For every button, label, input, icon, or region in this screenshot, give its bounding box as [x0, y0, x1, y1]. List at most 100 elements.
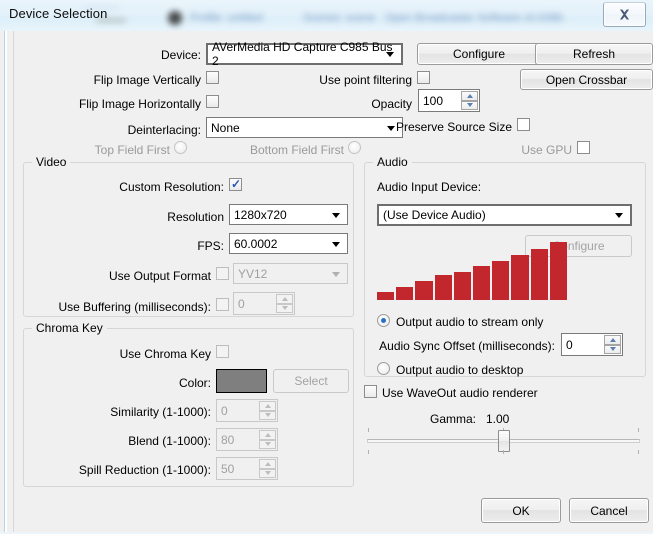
flip-horizontally-checkbox[interactable]: [206, 95, 219, 108]
blend-spinner-up[interactable]: [259, 430, 276, 440]
fps-combo-value: 60.0002: [234, 236, 278, 251]
gamma-slider[interactable]: [367, 428, 640, 454]
spill-reduction-spinner[interactable]: 50: [216, 457, 278, 480]
dialog-panel: Device: AVerMedia HD Capture C985 Bus 2 …: [13, 31, 653, 534]
audio-input-device-combo[interactable]: (Use Device Audio): [377, 204, 632, 226]
blur-text-0: Profile: untitled: [190, 12, 263, 24]
ok-button[interactable]: OK: [481, 498, 561, 523]
audio-meter-bar: [453, 272, 471, 300]
configure-button[interactable]: Configure: [417, 43, 541, 65]
similarity-spinner[interactable]: 0: [216, 399, 278, 422]
open-crossbar-button-label: Open Crossbar: [545, 72, 628, 87]
output-to-stream-radio[interactable]: [377, 314, 390, 327]
buffering-spinner-down[interactable]: [276, 303, 293, 313]
output-to-desktop-radio[interactable]: [377, 362, 390, 375]
dialog-client-area: Device: AVerMedia HD Capture C985 Bus 2 …: [0, 31, 653, 534]
configure-button-label: Configure: [452, 47, 506, 61]
bottom-field-first-radio[interactable]: [348, 141, 361, 154]
audio-sync-offset-label: Audio Sync Offset (milliseconds):: [379, 339, 555, 353]
audio-meter-bar: [530, 249, 548, 300]
custom-resolution-checkbox[interactable]: ✓: [229, 178, 242, 191]
chroma-color-swatch[interactable]: [216, 369, 267, 393]
audio-group-title: Audio: [373, 155, 412, 169]
sync-offset-spinner-down[interactable]: [604, 344, 621, 354]
device-combo[interactable]: AVerMedia HD Capture C985 Bus 2: [206, 40, 403, 68]
device-label: Device:: [160, 48, 201, 62]
buffering-value: 0: [238, 296, 245, 311]
cancel-button[interactable]: Cancel: [569, 498, 649, 523]
fps-label: FPS:: [197, 239, 224, 253]
buffering-spinner-up[interactable]: [276, 294, 293, 304]
window-title: Device Selection: [9, 6, 108, 21]
use-buffering-checkbox[interactable]: [216, 298, 229, 311]
spill-spinner-down[interactable]: [259, 468, 276, 478]
fps-combo[interactable]: 60.0002: [229, 233, 348, 254]
use-output-format-label: Use Output Format: [108, 269, 211, 283]
spill-reduction-value: 50: [221, 461, 235, 476]
top-field-first-label: Top Field First: [94, 143, 170, 157]
color-label: Color:: [178, 376, 211, 390]
deinterlacing-label: Deinterlacing:: [127, 123, 201, 137]
similarity-value: 0: [221, 403, 228, 418]
select-color-button[interactable]: Select: [273, 369, 349, 393]
chroma-key-group: Chroma Key Use Chroma Key Color: Select …: [23, 321, 354, 487]
refresh-button-label: Refresh: [572, 47, 616, 61]
blend-spinner-down[interactable]: [259, 439, 276, 449]
title-bar: Profile: untitled Scenes: scene Open Bro…: [0, 0, 653, 31]
deinterlacing-combo[interactable]: None: [206, 117, 403, 138]
blur-text-1: Scenes: scene: [303, 12, 376, 24]
audio-group: Audio Audio Input Device: (Use Device Au…: [364, 155, 646, 377]
flip-vertically-checkbox[interactable]: [206, 71, 219, 84]
ok-button-label: OK: [512, 503, 530, 518]
waveout-renderer-checkbox[interactable]: [364, 385, 377, 398]
output-format-combo-value: YV12: [238, 266, 268, 281]
use-point-filtering-checkbox[interactable]: [417, 71, 430, 84]
similarity-spinner-down[interactable]: [259, 410, 276, 420]
sync-offset-spinner-up[interactable]: [604, 335, 621, 345]
use-point-filtering-label: Use point filtering: [319, 73, 412, 87]
spill-spinner-up[interactable]: [259, 459, 276, 469]
use-gpu-checkbox[interactable]: [577, 141, 590, 154]
audio-meter-bar: [396, 287, 414, 300]
similarity-spinner-up[interactable]: [259, 401, 276, 411]
opacity-value: 100: [423, 93, 444, 108]
audio-meter-bar: [511, 255, 529, 300]
output-to-desktop-label: Output audio to desktop: [396, 363, 524, 377]
refresh-button[interactable]: Refresh: [535, 43, 653, 65]
audio-input-device-value: (Use Device Audio): [383, 208, 486, 222]
blend-spinner[interactable]: 80: [216, 428, 278, 451]
use-output-format-checkbox[interactable]: [216, 267, 229, 280]
audio-level-meter: [377, 242, 567, 300]
spill-reduction-label: Spill Reduction (1-1000):: [78, 463, 211, 477]
chroma-key-group-title: Chroma Key: [32, 321, 107, 335]
output-format-combo[interactable]: YV12: [233, 263, 348, 284]
audio-meter-bar: [377, 292, 395, 300]
output-to-stream-label: Output audio to stream only: [396, 315, 544, 329]
buffering-spinner[interactable]: 0: [233, 292, 295, 315]
open-crossbar-button[interactable]: Open Crossbar: [520, 69, 653, 90]
gamma-value: 1.00: [486, 412, 510, 426]
opacity-label: Opacity: [371, 97, 412, 111]
use-gpu-label: Use GPU: [521, 143, 572, 157]
audio-meter-bar: [473, 266, 491, 300]
resolution-combo[interactable]: 1280x720: [229, 204, 348, 225]
audio-meter-bar: [415, 281, 433, 300]
chevron-down-icon: [332, 241, 340, 247]
audio-input-device-label: Audio Input Device:: [377, 180, 482, 194]
use-chroma-key-checkbox[interactable]: [216, 345, 229, 358]
video-group-title: Video: [32, 155, 71, 169]
audio-meter-bar: [492, 261, 510, 300]
blend-value: 80: [221, 432, 235, 447]
opacity-spinner[interactable]: 100: [418, 89, 480, 112]
opacity-spinner-down[interactable]: [461, 100, 478, 110]
preserve-source-size-label: Preserve Source Size: [395, 120, 512, 134]
gamma-slider-thumb[interactable]: [498, 430, 510, 452]
preserve-source-size-checkbox[interactable]: [517, 118, 530, 131]
close-icon[interactable]: [603, 2, 646, 27]
audio-meter-bar: [434, 275, 452, 300]
top-field-first-radio[interactable]: [174, 141, 187, 154]
audio-sync-offset-spinner[interactable]: 0: [561, 333, 623, 356]
opacity-spinner-up[interactable]: [461, 91, 478, 101]
cancel-button-label: Cancel: [590, 503, 628, 518]
gamma-label: Gamma:: [429, 412, 476, 426]
